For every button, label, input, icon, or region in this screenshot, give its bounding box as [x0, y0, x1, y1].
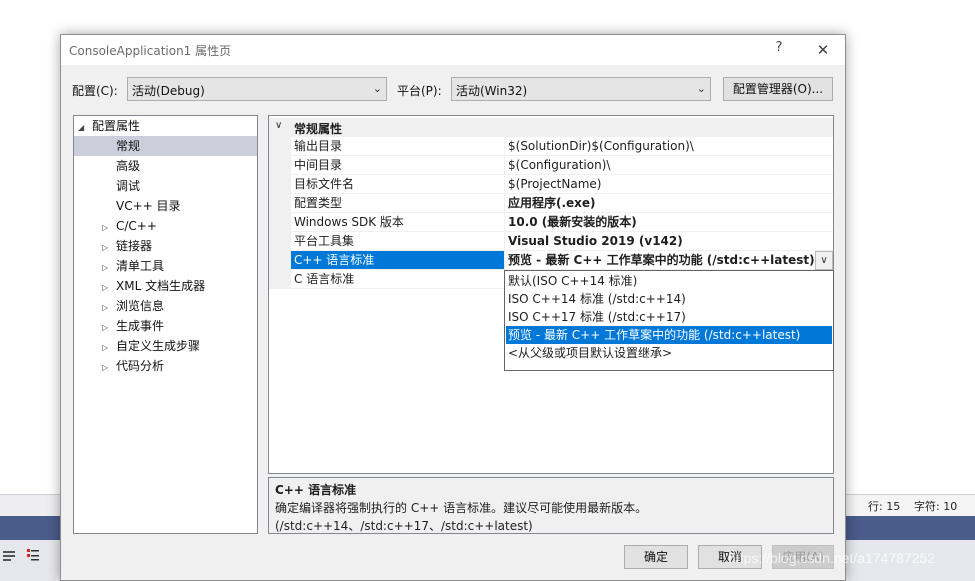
- collapsed-triangle-icon: ▷: [102, 363, 109, 372]
- category-general-properties[interactable]: ∨ 常规属性: [269, 118, 833, 137]
- property-name: 配置类型: [291, 194, 505, 213]
- platform-label: 平台(P):: [397, 84, 442, 98]
- chevron-down-icon: ⌄: [372, 82, 382, 95]
- tree-item-build-events[interactable]: ▷ 生成事件: [102, 316, 164, 336]
- property-name: C 语言标准: [291, 270, 505, 289]
- description-title: C++ 语言标准: [275, 483, 357, 497]
- property-name: 平台工具集: [291, 232, 505, 251]
- help-button[interactable]: ?: [769, 40, 789, 60]
- collapsed-triangle-icon: ▷: [102, 323, 109, 332]
- ok-button[interactable]: 确定: [624, 545, 688, 569]
- dropdown-option[interactable]: ISO C++17 标准 (/std:c++17): [506, 308, 832, 326]
- property-value[interactable]: $(Configuration)\: [505, 156, 833, 175]
- column-indicator: 字符: 10: [914, 500, 958, 513]
- row-gutter: [269, 232, 291, 251]
- dialog-title: ConsoleApplication1 属性页: [69, 44, 232, 58]
- dialog-titlebar: ConsoleApplication1 属性页 ? ✕: [61, 35, 845, 65]
- property-tree: ◢ 配置属性 常规 高级 调试 VC++ 目录 ▷ C/C++ ▷ 链接器 ▷ 清单工具…: [73, 115, 258, 534]
- chevron-down-icon: ∨: [275, 120, 283, 131]
- row-gutter: [269, 213, 291, 232]
- description-panel: C++ 语言标准 确定编译器将强制执行的 C++ 语言标准。建议尽可能使用最新版…: [268, 477, 834, 534]
- platform-combo[interactable]: 活动(Win32) ⌄: [451, 77, 711, 101]
- tree-item-browse-info[interactable]: ▷ 浏览信息: [102, 296, 164, 316]
- dropdown-option-selected[interactable]: 预览 - 最新 C++ 工作草案中的功能 (/std:c++latest): [506, 326, 832, 344]
- toolbar-errors-icon[interactable]: [26, 548, 40, 562]
- tree-label: 浏览信息: [116, 299, 165, 313]
- language-standard-dropdown: 默认(ISO C++14 标准) ISO C++14 标准 (/std:c++1…: [504, 270, 834, 371]
- property-value[interactable]: 应用程序(.exe): [505, 194, 833, 213]
- tree-label: 生成事件: [116, 319, 165, 333]
- tree-label: 清单工具: [116, 259, 165, 273]
- tree-label: XML 文档生成器: [116, 279, 206, 293]
- property-name: 中间目录: [291, 156, 505, 175]
- collapsed-triangle-icon: ▷: [102, 303, 109, 312]
- property-row-selected[interactable]: C++ 语言标准 预览 - 最新 C++ 工作草案中的功能 (/std:c++l…: [269, 251, 833, 270]
- dropdown-option[interactable]: <从父级或项目默认设置继承>: [506, 344, 832, 362]
- watermark-text: https://blog.csdn.net/a174787252: [728, 550, 936, 566]
- property-value[interactable]: 10.0 (最新安装的版本): [505, 213, 833, 232]
- tree-item-manifest-tool[interactable]: ▷ 清单工具: [102, 256, 164, 276]
- ide-status-position: 行: 15 字符: 10: [846, 495, 975, 517]
- collapsed-triangle-icon: ▷: [102, 243, 109, 252]
- expanded-triangle-icon: ◢: [78, 123, 85, 132]
- property-row[interactable]: 配置类型 应用程序(.exe): [269, 194, 833, 213]
- property-pages-dialog: ConsoleApplication1 属性页 ? ✕ 配置(C): 活动(De…: [60, 34, 846, 581]
- tree-item-debugging[interactable]: 调试: [116, 176, 140, 196]
- dropdown-option[interactable]: ISO C++14 标准 (/std:c++14): [506, 290, 832, 308]
- tree-item-vc-directories[interactable]: VC++ 目录: [116, 196, 181, 216]
- tree-label: 自定义生成步骤: [116, 339, 201, 353]
- row-gutter: [269, 137, 291, 156]
- tree-item-code-analysis[interactable]: ▷ 代码分析: [102, 356, 164, 376]
- description-text: 确定编译器将强制执行的 C++ 语言标准。建议尽可能使用最新版本。(/std:c…: [275, 501, 648, 533]
- property-name: 输出目录: [291, 137, 505, 156]
- property-name: 目标文件名: [291, 175, 505, 194]
- dropdown-option[interactable]: 默认(ISO C++14 标准): [506, 272, 832, 290]
- tree-item-custom-build[interactable]: ▷ 自定义生成步骤: [102, 336, 200, 356]
- config-combo[interactable]: 活动(Debug) ⌄: [127, 77, 387, 101]
- collapsed-triangle-icon: ▷: [102, 263, 109, 272]
- property-value[interactable]: $(SolutionDir)$(Configuration)\: [505, 137, 833, 156]
- property-name: C++ 语言标准: [291, 251, 505, 270]
- tree-label: 链接器: [116, 239, 153, 253]
- property-value[interactable]: 预览 - 最新 C++ 工作草案中的功能 (/std:c++latest): [505, 251, 833, 270]
- toolbar-list-icon[interactable]: [2, 548, 16, 562]
- tree-root-config-properties[interactable]: ◢ 配置属性: [78, 116, 140, 136]
- tree-label: 代码分析: [116, 359, 165, 373]
- tree-item-xml-doc[interactable]: ▷ XML 文档生成器: [102, 276, 205, 296]
- collapsed-triangle-icon: ▷: [102, 223, 109, 232]
- property-row[interactable]: 目标文件名 $(ProjectName): [269, 175, 833, 194]
- tree-item-general[interactable]: 常规: [74, 136, 257, 156]
- row-gutter: [269, 156, 291, 175]
- property-row[interactable]: Windows SDK 版本 10.0 (最新安装的版本): [269, 213, 833, 232]
- dropdown-toggle-button[interactable]: ∨: [815, 251, 833, 270]
- config-label: 配置(C):: [72, 84, 118, 98]
- config-value: 活动(Debug): [132, 84, 205, 98]
- category-label: 常规属性: [294, 122, 343, 136]
- property-name: Windows SDK 版本: [291, 213, 505, 232]
- collapsed-triangle-icon: ▷: [102, 283, 109, 292]
- close-button[interactable]: ✕: [813, 40, 833, 60]
- tree-item-advanced[interactable]: 高级: [116, 156, 140, 176]
- tree-label: C/C++: [116, 219, 157, 233]
- property-value[interactable]: Visual Studio 2019 (v142): [505, 232, 833, 251]
- chevron-down-icon: ⌄: [696, 82, 706, 95]
- property-row[interactable]: 平台工具集 Visual Studio 2019 (v142): [269, 232, 833, 251]
- property-value[interactable]: $(ProjectName): [505, 175, 833, 194]
- platform-value: 活动(Win32): [456, 84, 528, 98]
- tree-item-linker[interactable]: ▷ 链接器: [102, 236, 152, 256]
- row-gutter: [269, 194, 291, 213]
- row-gutter: [269, 251, 291, 270]
- row-gutter: [269, 270, 291, 289]
- config-manager-button[interactable]: 配置管理器(O)...: [723, 77, 833, 101]
- tree-root-label: 配置属性: [92, 119, 141, 133]
- property-row[interactable]: 输出目录 $(SolutionDir)$(Configuration)\: [269, 137, 833, 156]
- row-gutter: [269, 175, 291, 194]
- tree-item-cpp[interactable]: ▷ C/C++: [102, 216, 157, 236]
- property-row[interactable]: 中间目录 $(Configuration)\: [269, 156, 833, 175]
- collapsed-triangle-icon: ▷: [102, 343, 109, 352]
- line-indicator: 行: 15: [868, 500, 901, 513]
